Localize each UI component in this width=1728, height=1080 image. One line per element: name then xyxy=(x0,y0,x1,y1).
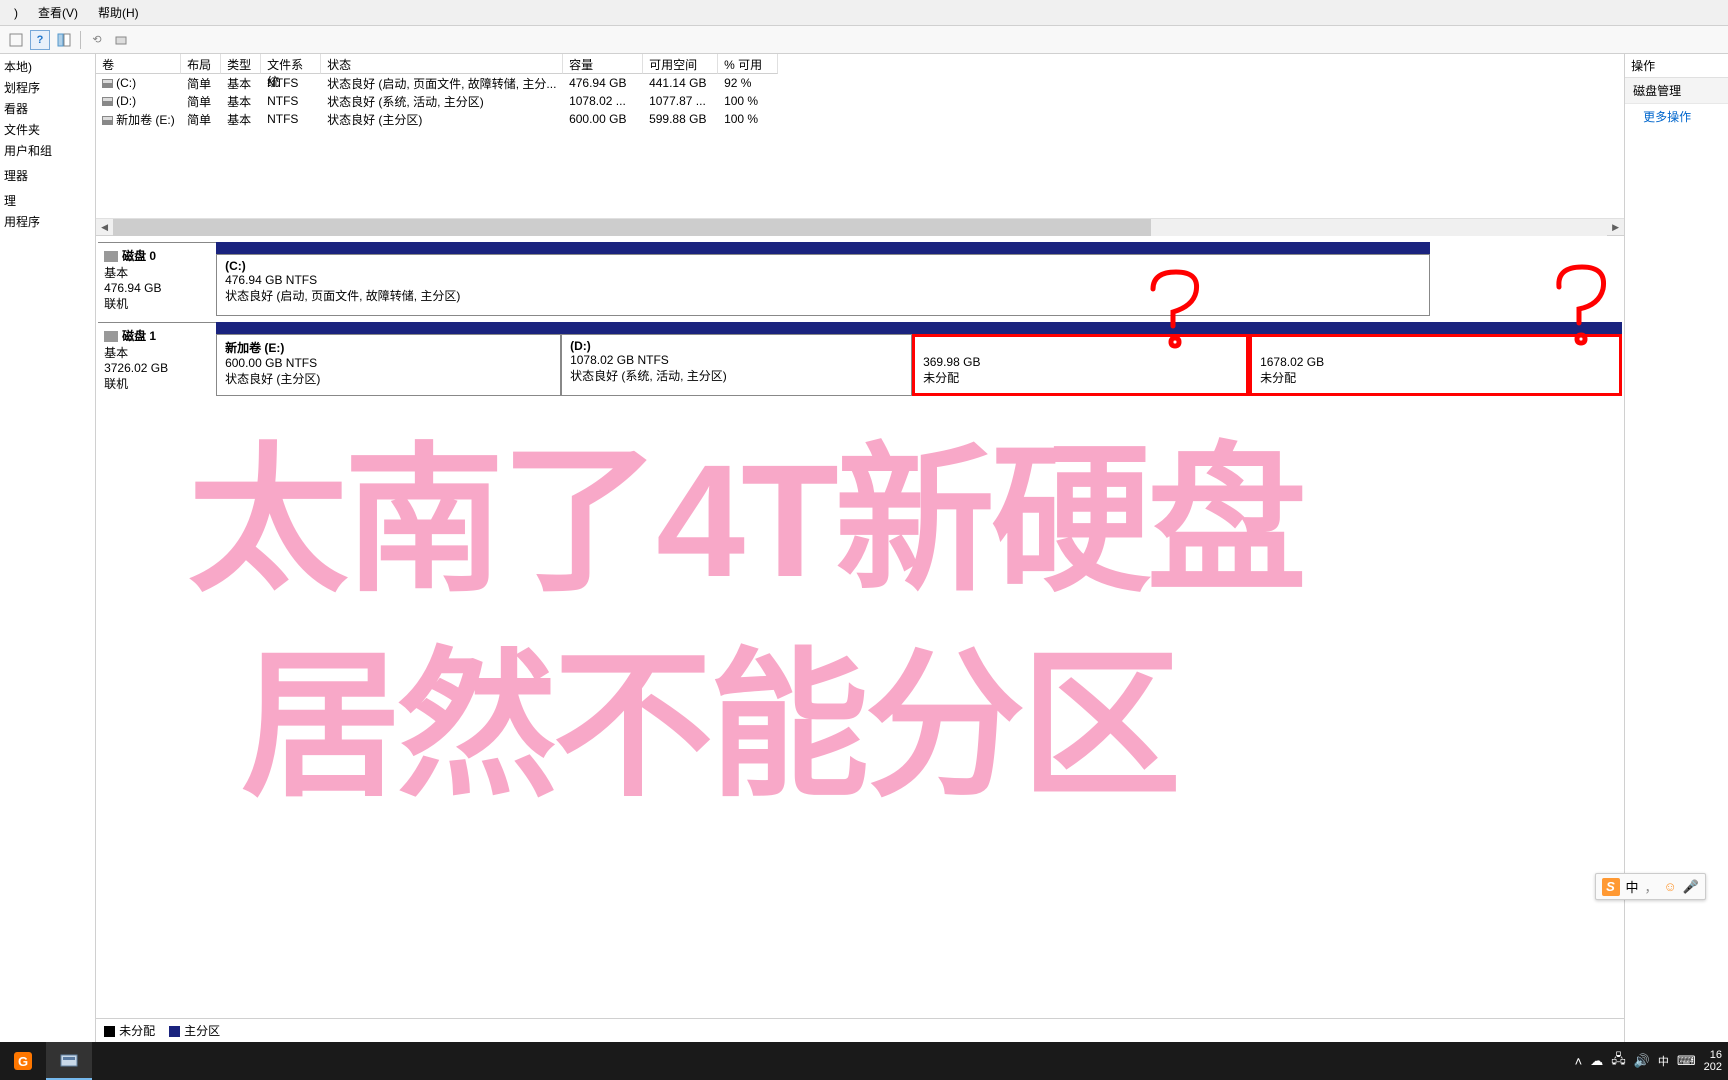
tree-item[interactable]: 用户和组 xyxy=(0,140,95,161)
actions-section[interactable]: 磁盘管理 xyxy=(1625,78,1728,104)
partition[interactable]: (D:)1078.02 GB NTFS状态良好 (系统, 活动, 主分区) xyxy=(561,334,912,396)
col-layout[interactable]: 布局 xyxy=(181,54,221,74)
toolbar-separator xyxy=(80,31,81,49)
tree-item[interactable]: 文件夹 xyxy=(0,119,95,140)
menu-help[interactable]: 帮助(H) xyxy=(88,0,149,25)
toolbar-btn-3[interactable] xyxy=(54,30,74,50)
disk-label[interactable]: 磁盘 1基本3726.02 GB联机 xyxy=(98,322,216,396)
toolbar: ? ⟲ xyxy=(0,26,1728,54)
disk-icon xyxy=(104,251,118,262)
disk-row: 磁盘 1基本3726.02 GB联机新加卷 (E:)600.00 GB NTFS… xyxy=(98,322,1622,396)
tray-network-icon[interactable]: 🖧 xyxy=(1611,1050,1626,1072)
disk-row: 磁盘 0基本476.94 GB联机(C:)476.94 GB NTFS状态良好 … xyxy=(98,242,1622,316)
graphical-disk-view: 磁盘 0基本476.94 GB联机(C:)476.94 GB NTFS状态良好 … xyxy=(96,236,1624,1018)
toolbar-btn-5[interactable] xyxy=(111,30,131,50)
col-free[interactable]: 可用空间 xyxy=(643,54,718,74)
taskbar-app-1[interactable]: G xyxy=(0,1042,46,1080)
volume-row[interactable]: (D:)简单基本NTFS状态良好 (系统, 活动, 主分区)1078.02 ..… xyxy=(96,92,1624,110)
menu-file-partial[interactable]: ) xyxy=(4,2,28,24)
actions-more[interactable]: 更多操作 xyxy=(1625,104,1728,129)
legend-unallocated-label: 未分配 xyxy=(119,1024,155,1038)
ime-punct[interactable]: ， xyxy=(1645,877,1658,896)
actions-header: 操作 xyxy=(1625,54,1728,78)
tray-cloud-icon[interactable]: ☁ xyxy=(1590,1053,1603,1069)
menu-view[interactable]: 查看(V) xyxy=(28,0,88,25)
col-volume[interactable]: 卷 xyxy=(96,54,181,74)
tree-panel: 本地) 划程序 看器 文件夹 用户和组 理器 理 用程序 xyxy=(0,54,96,1042)
svg-text:G: G xyxy=(18,1054,28,1069)
menu-bar: ) 查看(V) 帮助(H) xyxy=(0,0,1728,26)
partition[interactable]: 新加卷 (E:)600.00 GB NTFS状态良好 (主分区) xyxy=(216,334,561,396)
disk-icon xyxy=(104,331,118,342)
tree-item[interactable]: 理器 xyxy=(0,165,95,186)
volume-icon xyxy=(102,97,113,106)
col-capacity[interactable]: 容量 xyxy=(563,54,643,74)
tray-volume-icon[interactable]: 🔊 xyxy=(1634,1053,1650,1069)
disk-header-bar xyxy=(216,242,1430,254)
toolbar-help-icon[interactable]: ? xyxy=(30,30,50,50)
toolbar-btn-refresh[interactable]: ⟲ xyxy=(87,30,107,50)
partition[interactable]: (C:)476.94 GB NTFS状态良好 (启动, 页面文件, 故障转储, … xyxy=(216,254,1430,316)
tray-date[interactable]: 202 xyxy=(1704,1061,1722,1073)
volume-row[interactable]: (C:)简单基本NTFS状态良好 (启动, 页面文件, 故障转储, 主分...4… xyxy=(96,74,1624,92)
tray-keyboard-icon[interactable]: ⌨ xyxy=(1677,1053,1696,1069)
tray-ime[interactable]: 中 xyxy=(1658,1053,1669,1069)
col-pct[interactable]: % 可用 xyxy=(718,54,778,74)
system-tray: ˄ ☁ 🖧 🔊 中 ⌨ 16 202 xyxy=(1575,1049,1728,1073)
disk-header-bar xyxy=(216,322,1622,334)
taskbar-app-diskmgmt[interactable] xyxy=(46,1042,92,1080)
disk-label[interactable]: 磁盘 0基本476.94 GB联机 xyxy=(98,242,216,316)
legend: 未分配 主分区 xyxy=(96,1018,1624,1042)
toolbar-btn-1[interactable] xyxy=(6,30,26,50)
horizontal-scrollbar[interactable]: ◀ ▶ xyxy=(96,218,1624,235)
volume-icon xyxy=(102,116,113,125)
volume-row[interactable]: 新加卷 (E:)简单基本NTFS状态良好 (主分区)600.00 GB599.8… xyxy=(96,110,1624,128)
tray-chevron-icon[interactable]: ˄ xyxy=(1575,1054,1583,1069)
ime-toolbar[interactable]: S 中 ， ☺ 🎤 xyxy=(1595,873,1707,900)
tree-item[interactable]: 理 xyxy=(0,190,95,211)
ime-logo-icon: S xyxy=(1602,878,1620,896)
legend-primary-label: 主分区 xyxy=(184,1024,220,1038)
center-panel: 卷 布局 类型 文件系统 状态 容量 可用空间 % 可用 (C:)简单基本NTF… xyxy=(96,54,1625,1042)
tree-item[interactable]: 用程序 xyxy=(0,211,95,232)
tree-item[interactable]: 划程序 xyxy=(0,77,95,98)
tree-item[interactable]: 看器 xyxy=(0,98,95,119)
tray-time[interactable]: 16 xyxy=(1704,1049,1722,1061)
taskbar: G ˄ ☁ 🖧 🔊 中 ⌨ 16 202 xyxy=(0,1042,1728,1080)
ime-emoji-icon[interactable]: ☺ xyxy=(1664,879,1677,894)
col-status[interactable]: 状态 xyxy=(321,54,563,74)
ime-lang[interactable]: 中 xyxy=(1626,877,1639,896)
col-type[interactable]: 类型 xyxy=(221,54,261,74)
legend-primary-swatch xyxy=(169,1026,180,1037)
scroll-right-icon[interactable]: ▶ xyxy=(1607,219,1624,236)
volume-table: 卷 布局 类型 文件系统 状态 容量 可用空间 % 可用 (C:)简单基本NTF… xyxy=(96,54,1624,236)
col-fs[interactable]: 文件系统 xyxy=(261,54,321,74)
tree-root[interactable]: 本地) xyxy=(0,56,95,77)
scroll-left-icon[interactable]: ◀ xyxy=(96,219,113,236)
partition[interactable]: 1678.02 GB未分配 xyxy=(1249,334,1622,396)
volume-header-row: 卷 布局 类型 文件系统 状态 容量 可用空间 % 可用 xyxy=(96,54,1624,74)
ime-mic-icon[interactable]: 🎤 xyxy=(1683,879,1699,895)
volume-icon xyxy=(102,79,113,88)
legend-unallocated-swatch xyxy=(104,1026,115,1037)
partition[interactable]: 369.98 GB未分配 xyxy=(912,334,1249,396)
